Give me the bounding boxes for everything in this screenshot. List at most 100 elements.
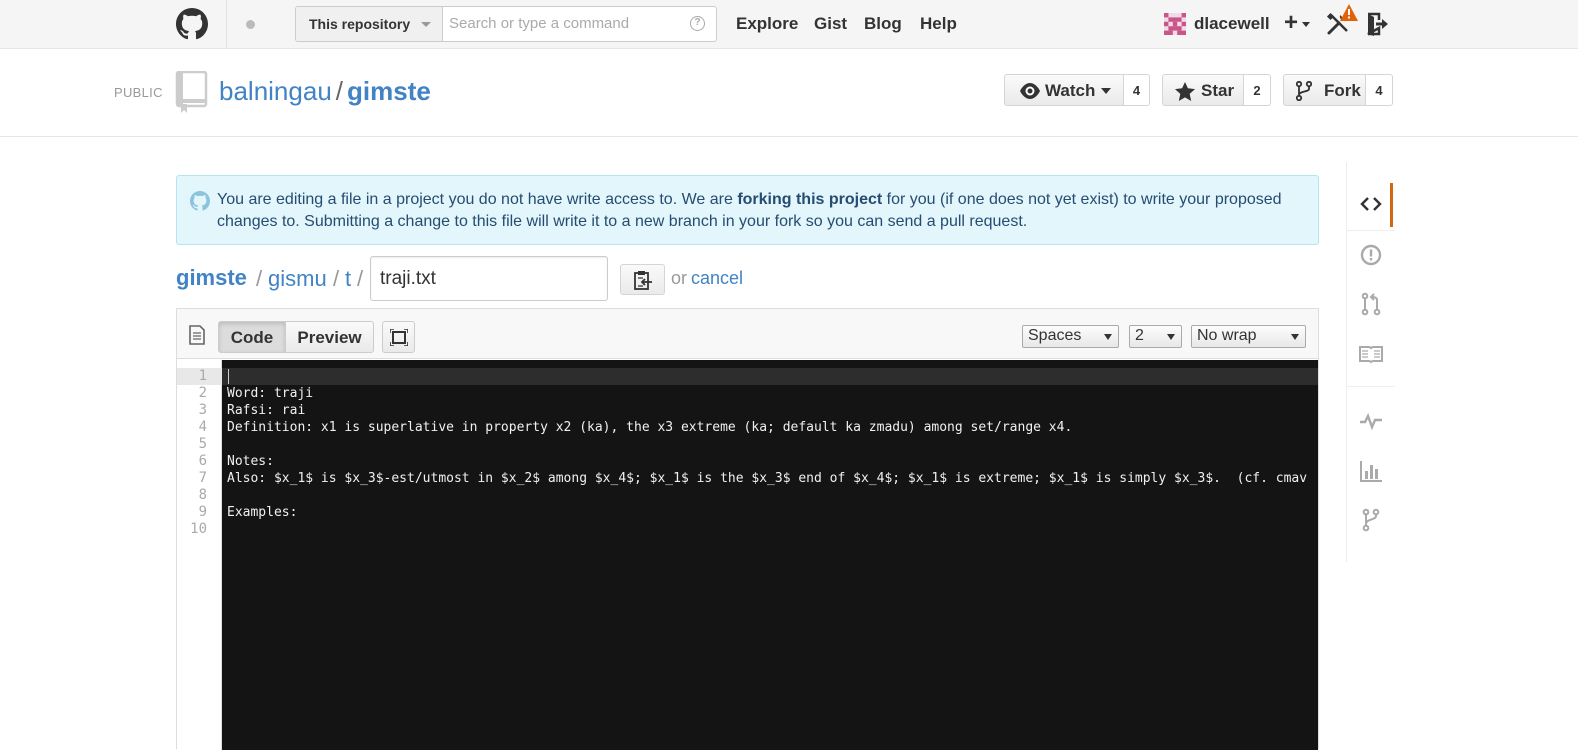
breadcrumb-separator: / [256, 266, 263, 291]
code-editor-area[interactable]: Word: traji Rafsi: rai Definition: x1 is… [222, 360, 1318, 750]
help-icon[interactable]: ? [690, 16, 705, 31]
text-cursor [228, 369, 229, 384]
search-box: This repository ? [295, 6, 717, 42]
top-header: This repository ? Explore Gist Blog Help… [0, 0, 1578, 49]
caret-down-icon [1104, 334, 1112, 340]
nav-blog[interactable]: Blog [864, 14, 902, 34]
network-icon[interactable] [1359, 508, 1383, 532]
tab-preview[interactable]: Preview [285, 321, 374, 353]
search-input[interactable] [449, 15, 679, 32]
fork-count[interactable]: 4 [1366, 74, 1393, 106]
header-divider [226, 0, 227, 48]
fullscreen-icon [390, 329, 408, 346]
graphs-icon[interactable] [1359, 459, 1383, 483]
watch-button[interactable]: Watch [1004, 74, 1124, 106]
active-line-highlight [222, 368, 1318, 385]
code-line: Word: traji [227, 386, 314, 401]
breadcrumb-t-link[interactable]: t [345, 266, 351, 292]
file-tree-button[interactable] [620, 264, 665, 295]
github-logo-icon[interactable] [176, 8, 208, 40]
line-number: 4 [198, 419, 207, 435]
line-number: 8 [198, 487, 207, 503]
fork-notice-text: You are editing a file in a project you … [217, 191, 1282, 230]
nav-explore[interactable]: Explore [736, 14, 798, 34]
watch-button-group: Watch 4 [1004, 74, 1150, 106]
file-editor: Code Preview Spaces 2 No wrap 1 2 3 4 5 … [176, 308, 1319, 750]
breadcrumb-separator: / [333, 266, 340, 291]
line-number: 6 [198, 453, 207, 469]
tab-code[interactable]: Code [218, 321, 286, 353]
breadcrumb-gismu-link[interactable]: gismu [268, 266, 327, 292]
line-number: 10 [190, 521, 207, 537]
nav-help[interactable]: Help [920, 14, 957, 34]
code-icon[interactable] [1359, 192, 1383, 216]
clipboard-icon [634, 271, 652, 290]
code-line: Also: $x_1$ is $x_3$-est/utmost in $x_2$… [227, 471, 1308, 486]
caret-down-icon [1167, 334, 1175, 340]
star-button[interactable]: Star [1162, 74, 1244, 106]
repo-side-nav [1346, 162, 1395, 562]
indent-mode-select[interactable]: Spaces [1022, 325, 1119, 348]
pull-requests-icon[interactable] [1359, 292, 1383, 316]
repo-title-separator: / [335, 76, 344, 106]
octocat-icon [190, 191, 210, 211]
repo-owner-link[interactable]: balningau [219, 76, 332, 106]
breadcrumb-root-link[interactable]: gimste [176, 265, 247, 291]
caret-down-icon [1302, 22, 1310, 27]
fullscreen-button[interactable] [382, 321, 415, 353]
line-number: 7 [198, 470, 207, 486]
editor-toolbar: Code Preview Spaces 2 No wrap [177, 309, 1318, 359]
line-number: 3 [198, 402, 207, 418]
code-line: Notes: [227, 454, 274, 469]
watch-count[interactable]: 4 [1124, 74, 1150, 106]
breadcrumb-separator: / [357, 266, 364, 291]
fork-button-group: Fork 4 [1283, 74, 1393, 106]
code-line: Rafsi: rai [227, 403, 306, 418]
cancel-link[interactable]: cancel [691, 268, 743, 289]
issues-icon[interactable] [1359, 243, 1383, 267]
nav-divider [1347, 230, 1395, 231]
wrap-mode-value: No wrap [1197, 327, 1257, 344]
repo-title: balningau / gimste [219, 76, 431, 107]
wrap-mode-select[interactable]: No wrap [1191, 325, 1306, 348]
star-count[interactable]: 2 [1244, 74, 1271, 106]
pulse-icon[interactable] [1359, 409, 1383, 433]
indent-mode-value: Spaces [1028, 327, 1082, 344]
fork-label: Fork [1324, 81, 1361, 100]
fork-icon [1296, 81, 1312, 101]
or-label: or [671, 268, 688, 288]
repo-icon [175, 71, 208, 113]
star-label: Star [1201, 81, 1235, 100]
indent-size-select[interactable]: 2 [1129, 325, 1182, 348]
line-number: 2 [198, 385, 207, 401]
fork-button[interactable]: Fork [1283, 74, 1366, 106]
line-number: 5 [198, 436, 207, 452]
search-scope-selector[interactable]: This repository [296, 7, 443, 41]
filename-input[interactable] [370, 256, 608, 301]
sign-out-icon[interactable] [1366, 12, 1388, 36]
username-link[interactable]: dlacewell [1194, 14, 1270, 34]
caret-down-icon [421, 22, 431, 27]
notification-indicator-icon[interactable] [246, 20, 255, 29]
nav-gist[interactable]: Gist [814, 14, 847, 34]
warning-icon [1340, 4, 1358, 21]
indent-size-value: 2 [1135, 327, 1144, 344]
repo-name-link[interactable]: gimste [347, 76, 431, 106]
file-text-icon [189, 325, 205, 345]
nav-divider [1347, 386, 1395, 387]
search-scope-label: This repository [309, 16, 411, 32]
visibility-label: PUBLIC [114, 85, 163, 100]
caret-down-icon [1101, 88, 1111, 94]
user-avatar[interactable] [1164, 13, 1186, 35]
line-number-gutter: 1 2 3 4 5 6 7 8 9 10 [177, 360, 222, 750]
wiki-book-icon[interactable] [1359, 342, 1383, 366]
line-number: 1 [198, 368, 207, 384]
eye-icon [1020, 83, 1040, 99]
create-new-plus-icon[interactable]: + [1284, 11, 1298, 35]
repository-header: PUBLIC balningau / gimste Watch 4 Star 2… [0, 49, 1578, 137]
star-icon [1175, 82, 1195, 101]
code-line: Examples: [227, 505, 298, 520]
fork-notice-emphasis: forking this project [737, 191, 883, 208]
fork-notice-banner: You are editing a file in a project you … [176, 175, 1319, 245]
active-nav-indicator [1390, 183, 1393, 227]
